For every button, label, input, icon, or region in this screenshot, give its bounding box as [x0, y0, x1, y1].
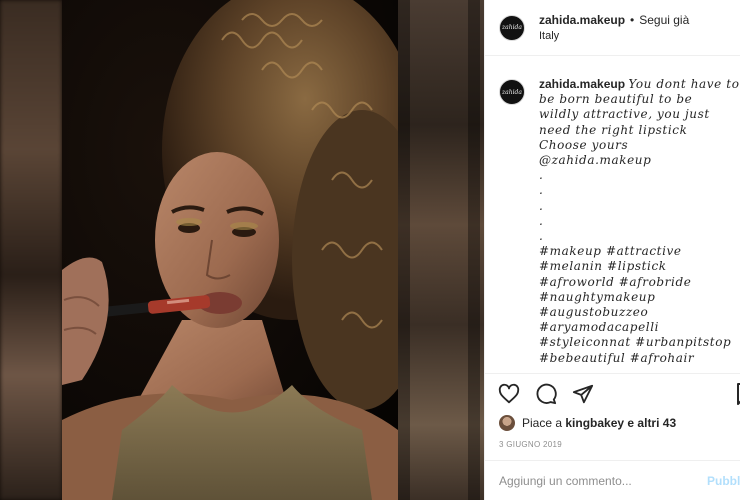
header-text: zahida.makeup • Segui già Italy [539, 13, 689, 42]
likes-summary[interactable]: Piace a kingbakey e altri 43 [499, 415, 676, 431]
caption-mention[interactable]: @zahida.makeup [539, 153, 740, 168]
caption-text: zahida.makeup You dont have to be born b… [539, 77, 740, 373]
liker-username[interactable]: kingbakey [565, 416, 624, 430]
comment-bar: Pubblica [485, 460, 740, 500]
caption-hashtags[interactable]: #bebeautiful #afrohair [539, 351, 740, 366]
post-actions: Piace a kingbakey e altri 43 3 giugno 20… [485, 373, 740, 500]
heart-icon [498, 383, 520, 404]
caption-line: . [539, 183, 544, 198]
comment-bubble-icon [536, 383, 557, 405]
caption-line: . [539, 213, 544, 228]
post-side-panel: zahida zahida.makeup • Segui già Italy z… [484, 0, 740, 500]
caption-section: zahida zahida.makeup You dont have to be… [485, 57, 740, 373]
caption-line: wildly attractive, you just [539, 107, 710, 122]
caption-line: Choose yours [539, 137, 629, 152]
like-button[interactable] [497, 382, 521, 406]
avatar-logo-text: zahida [502, 24, 522, 31]
caption-line: . [539, 168, 544, 183]
caption-hashtags[interactable]: #makeup #attractive [539, 244, 740, 259]
caption-hashtags[interactable]: #melanin #lipstick [539, 259, 740, 274]
caption-line: . [539, 229, 544, 244]
media-blurred-edge-right [398, 0, 484, 500]
caption-line: You dont have to [628, 77, 740, 91]
paper-plane-icon [572, 384, 594, 404]
action-icons [497, 382, 608, 406]
avatar-logo-text: zahida [502, 88, 522, 96]
likes-prefix: Piace a [522, 416, 563, 430]
media-blurred-edge-left [0, 0, 62, 500]
header-user-line: zahida.makeup • Segui già [539, 13, 689, 28]
post-media[interactable] [0, 0, 484, 500]
caption-avatar[interactable]: zahida [499, 79, 525, 105]
comment-input[interactable] [499, 474, 699, 488]
caption-line: . [539, 198, 544, 213]
liker-avatar[interactable] [499, 415, 515, 431]
caption-hashtags[interactable]: #naughtymakeup [539, 290, 740, 305]
header-username[interactable]: zahida.makeup [539, 13, 625, 28]
profile-avatar[interactable]: zahida [499, 14, 525, 41]
bookmark-icon[interactable] [733, 382, 740, 406]
caption-hashtags[interactable]: #afroworld #afrobride [539, 275, 740, 290]
post-date[interactable]: 3 giugno 2019 [499, 440, 562, 449]
caption-username[interactable]: zahida.makeup [539, 77, 625, 91]
caption-hashtags[interactable]: #styleiconnat #urbanpitstop [539, 335, 740, 350]
post-photo [62, 0, 398, 500]
caption-hashtags[interactable]: #aryamodacapelli [539, 320, 740, 335]
caption-line: need the right lipstick [539, 122, 688, 137]
header-separator: • [630, 13, 635, 27]
likes-others[interactable]: e altri 43 [627, 416, 676, 430]
publish-button[interactable]: Pubblica [707, 474, 740, 488]
post-header: zahida zahida.makeup • Segui già Italy [485, 0, 740, 56]
post-location[interactable]: Italy [539, 30, 689, 42]
caption-hashtags[interactable]: #augustobuzzeo [539, 305, 740, 320]
following-button[interactable]: Segui già [639, 13, 689, 28]
comment-button[interactable] [534, 382, 558, 406]
caption-line: be born beautiful to be [539, 92, 693, 107]
share-button[interactable] [571, 382, 595, 406]
